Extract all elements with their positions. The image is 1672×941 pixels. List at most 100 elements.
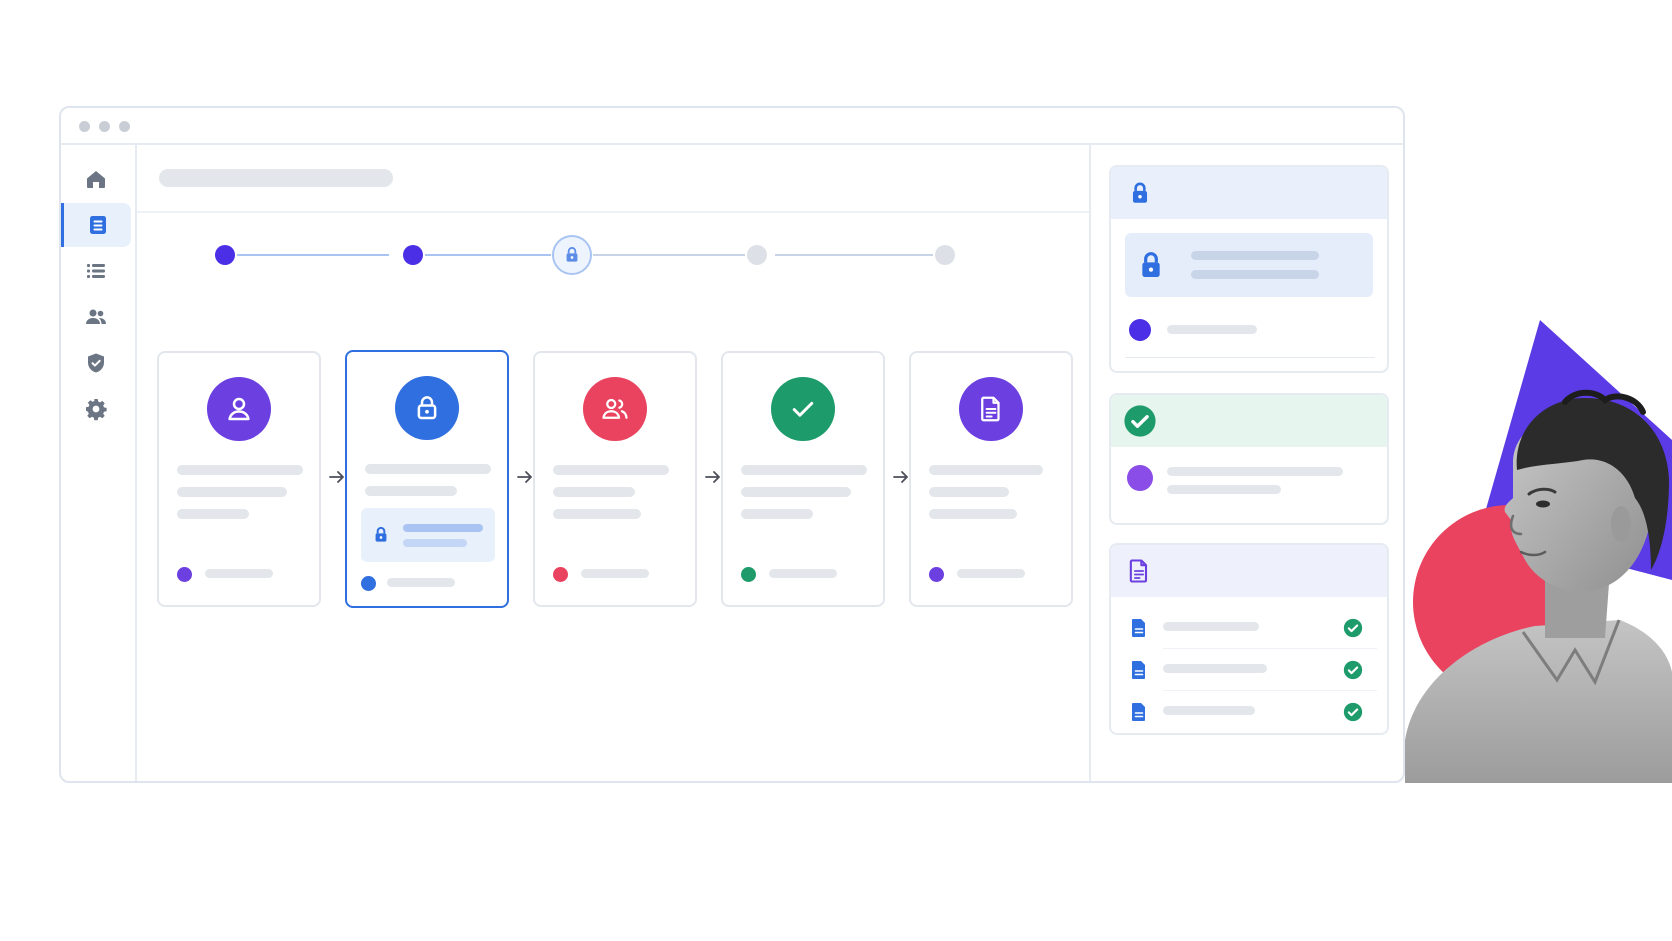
security-summary-card[interactable] bbox=[1109, 165, 1389, 373]
text-placeholder bbox=[553, 465, 669, 475]
step-connector bbox=[775, 254, 933, 256]
text-placeholder bbox=[1167, 485, 1281, 494]
verification-card[interactable] bbox=[1109, 393, 1389, 525]
arrow-right-icon bbox=[329, 471, 344, 483]
sidebar-item-security[interactable] bbox=[61, 341, 131, 385]
page-header bbox=[137, 145, 1089, 213]
sidebar-item-users[interactable] bbox=[61, 295, 131, 339]
text-placeholder bbox=[1163, 664, 1267, 673]
workflow-card-profile[interactable] bbox=[157, 351, 321, 607]
workflow-card-document[interactable] bbox=[909, 351, 1073, 607]
text-placeholder bbox=[769, 569, 837, 578]
progress-stepper bbox=[137, 213, 1089, 303]
text-placeholder bbox=[741, 487, 851, 497]
gear-icon bbox=[86, 399, 107, 421]
text-placeholder bbox=[403, 539, 467, 547]
arrow-right-icon bbox=[517, 471, 532, 483]
text-placeholder bbox=[553, 487, 635, 497]
check-circle-icon bbox=[1343, 660, 1363, 680]
check-icon bbox=[792, 401, 814, 417]
step-5-dot[interactable] bbox=[935, 245, 955, 265]
sidebar-item-documents[interactable] bbox=[61, 203, 131, 247]
sidebar-item-settings[interactable] bbox=[61, 387, 131, 431]
sidebar bbox=[61, 145, 137, 781]
workflow-card-team[interactable] bbox=[533, 351, 697, 607]
text-placeholder bbox=[957, 569, 1025, 578]
window-close-button[interactable] bbox=[79, 121, 90, 132]
file-icon bbox=[1132, 703, 1145, 721]
text-placeholder bbox=[741, 465, 867, 475]
main-content bbox=[137, 145, 1089, 781]
text-placeholder bbox=[177, 509, 249, 519]
text-placeholder bbox=[1191, 270, 1319, 279]
check-circle-icon bbox=[1124, 405, 1156, 437]
documents-card[interactable] bbox=[1109, 543, 1389, 735]
lock-icon bbox=[417, 396, 437, 420]
home-icon bbox=[87, 171, 105, 188]
person-photo bbox=[1405, 320, 1672, 783]
lock-icon bbox=[1132, 182, 1148, 203]
status-dot bbox=[553, 567, 568, 582]
text-placeholder bbox=[741, 509, 813, 519]
text-placeholder bbox=[1163, 706, 1255, 715]
lock-icon bbox=[375, 527, 387, 542]
arrow-right-icon bbox=[893, 471, 908, 483]
step-connector bbox=[237, 254, 389, 256]
step-2-dot[interactable] bbox=[403, 245, 423, 265]
text-placeholder bbox=[205, 569, 273, 578]
card-icon-badge bbox=[959, 377, 1023, 441]
verification-card-header bbox=[1111, 395, 1387, 447]
step-3-locked[interactable] bbox=[552, 235, 592, 275]
security-detail-box bbox=[1125, 233, 1373, 297]
card-icon-badge bbox=[583, 377, 647, 441]
text-placeholder bbox=[403, 524, 483, 532]
lock-icon bbox=[1142, 252, 1160, 277]
divider bbox=[1125, 357, 1375, 358]
text-placeholder bbox=[1167, 325, 1257, 334]
step-1-dot[interactable] bbox=[215, 245, 235, 265]
workflow-card-security[interactable] bbox=[345, 350, 509, 608]
shield-icon bbox=[88, 353, 104, 373]
sidebar-item-home[interactable] bbox=[61, 157, 131, 201]
users-icon bbox=[86, 309, 106, 324]
browser-window bbox=[59, 106, 1405, 783]
window-minimize-button[interactable] bbox=[99, 121, 110, 132]
window-maximize-button[interactable] bbox=[119, 121, 130, 132]
text-placeholder bbox=[1167, 467, 1343, 476]
step-connector bbox=[425, 254, 551, 256]
document-icon bbox=[89, 216, 106, 234]
file-icon bbox=[1132, 619, 1145, 637]
file-icon bbox=[1129, 559, 1148, 583]
security-card-header bbox=[1111, 167, 1387, 219]
sidebar-item-list[interactable] bbox=[61, 249, 131, 293]
text-placeholder bbox=[929, 509, 1017, 519]
workflow-card-approval[interactable] bbox=[721, 351, 885, 607]
document-row[interactable] bbox=[1111, 607, 1387, 649]
text-placeholder bbox=[929, 487, 1009, 497]
decorative-illustration bbox=[1405, 320, 1672, 783]
step-4-dot[interactable] bbox=[747, 245, 767, 265]
card-icon-badge bbox=[207, 377, 271, 441]
status-dot bbox=[1127, 465, 1153, 491]
users-icon bbox=[602, 398, 628, 419]
text-placeholder bbox=[365, 486, 457, 496]
text-placeholder bbox=[553, 509, 641, 519]
user-icon bbox=[228, 397, 250, 421]
documents-card-header bbox=[1111, 545, 1387, 597]
file-icon bbox=[981, 396, 1000, 422]
status-dot bbox=[1129, 319, 1151, 341]
lock-icon bbox=[566, 247, 578, 262]
right-panel bbox=[1089, 145, 1403, 781]
text-placeholder bbox=[387, 578, 455, 587]
status-dot bbox=[741, 567, 756, 582]
status-dot bbox=[929, 567, 944, 582]
arrow-right-icon bbox=[705, 471, 720, 483]
text-placeholder bbox=[1191, 251, 1319, 260]
step-connector bbox=[593, 254, 745, 256]
text-placeholder bbox=[581, 569, 649, 578]
document-row[interactable] bbox=[1111, 691, 1387, 733]
text-placeholder bbox=[365, 464, 491, 474]
document-row[interactable] bbox=[1111, 649, 1387, 691]
card-icon-badge bbox=[395, 376, 459, 440]
card-icon-badge bbox=[771, 377, 835, 441]
